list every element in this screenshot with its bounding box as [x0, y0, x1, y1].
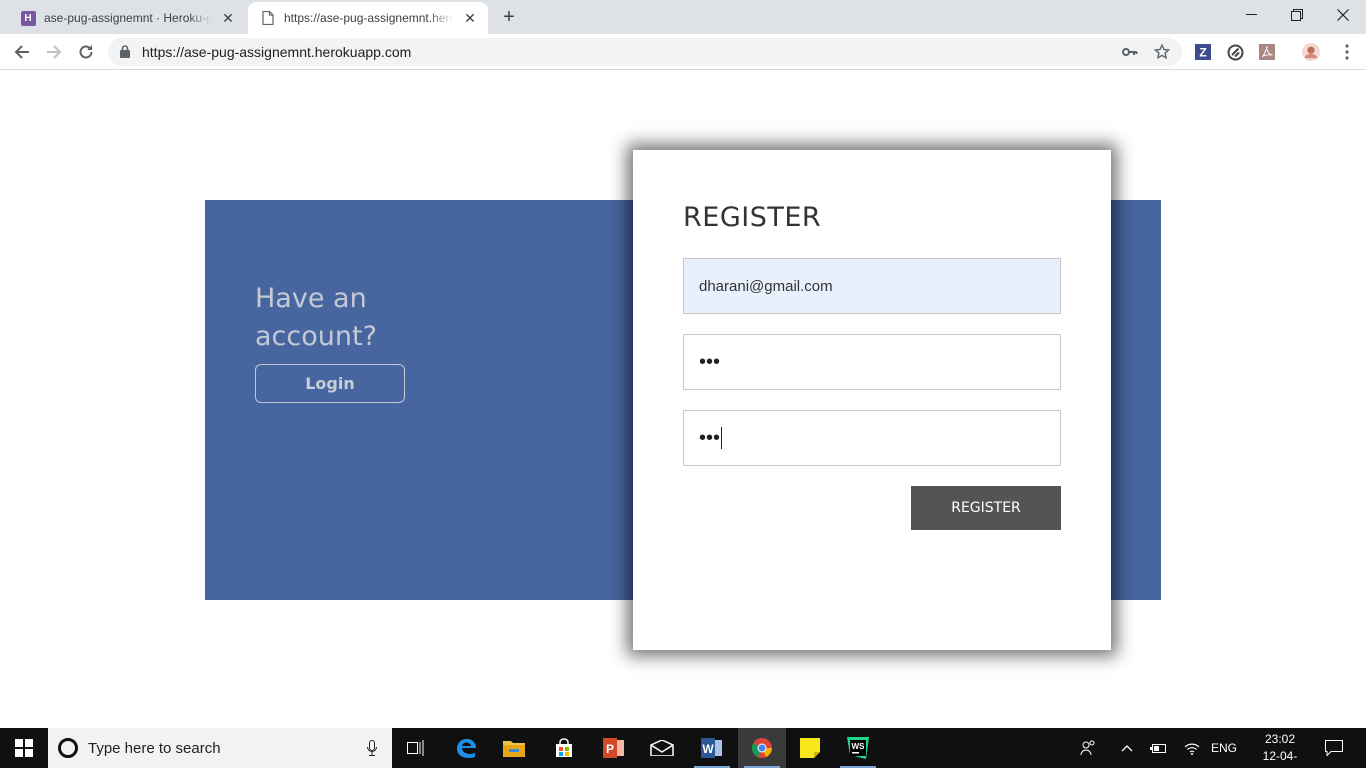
search-placeholder: Type here to search [88, 739, 221, 757]
word-icon[interactable]: W [688, 728, 736, 768]
notification-icon[interactable] [1320, 728, 1348, 768]
tab-app[interactable]: https://ase-pug-assignemnt.herokuapp.com… [248, 2, 488, 34]
mail-icon[interactable] [638, 728, 686, 768]
login-button[interactable]: Login [255, 364, 405, 403]
forward-arrow-icon [47, 45, 62, 59]
address-bar[interactable]: https://ase-pug-assignemnt.herokuapp.com [108, 38, 1182, 66]
have-account-text: Have an account? [255, 283, 377, 352]
reload-button[interactable] [72, 38, 100, 66]
svg-text:W: W [702, 742, 714, 756]
register-card: REGISTER dharani@gmail.com ••• ••• REGIS… [633, 150, 1111, 650]
tab-strip: H ase-pug-assignemnt · Heroku-git ✕ http… [0, 0, 1366, 34]
pdf-icon[interactable] [1258, 43, 1276, 61]
email-field[interactable]: dharani@gmail.com [683, 258, 1061, 314]
chevron-up-icon[interactable] [1116, 728, 1138, 768]
menu-dots-icon[interactable] [1338, 43, 1356, 61]
register-button[interactable]: REGISTER [911, 486, 1061, 530]
heroku-icon: H [20, 10, 36, 26]
browser-toolbar: https://ase-pug-assignemnt.herokuapp.com… [0, 34, 1366, 70]
battery-icon[interactable] [1146, 728, 1170, 768]
sticky-notes-icon[interactable] [786, 728, 834, 768]
taskbar-search[interactable]: Type here to search [48, 728, 392, 768]
password-field[interactable]: ••• [683, 334, 1061, 390]
key-icon[interactable] [1122, 44, 1138, 60]
password-mask: ••• [699, 351, 721, 373]
register-title: REGISTER [683, 202, 822, 233]
back-arrow-icon [14, 45, 29, 59]
page-content: Have an account? Login REGISTER dharani@… [0, 71, 1366, 728]
reload-icon [79, 45, 93, 59]
svg-text:WS: WS [852, 742, 866, 751]
start-button[interactable] [0, 728, 48, 768]
confirm-password-field[interactable]: ••• [683, 410, 1061, 466]
file-explorer-icon[interactable] [490, 728, 538, 768]
taskbar-clock[interactable]: 23:02 12-04-2019 [1252, 731, 1308, 782]
sync-icon[interactable] [1226, 43, 1244, 61]
clock-time: 23:02 [1264, 732, 1296, 746]
tab-title: ase-pug-assignemnt · Heroku-git [44, 11, 212, 25]
back-button[interactable] [8, 38, 36, 66]
profile-avatar[interactable] [1302, 43, 1320, 61]
confirm-password-mask: ••• [699, 427, 721, 449]
chrome-icon[interactable] [738, 728, 786, 768]
store-icon[interactable] [540, 728, 588, 768]
url-text: https://ase-pug-assignemnt.herokuapp.com [142, 44, 412, 60]
language-indicator[interactable]: ENG [1208, 728, 1240, 768]
webstorm-icon[interactable]: WS [834, 728, 882, 768]
minimize-button[interactable] [1228, 0, 1274, 30]
page-icon [260, 10, 276, 26]
people-icon[interactable] [1074, 728, 1102, 768]
bookmark-star-icon[interactable] [1154, 44, 1170, 60]
lock-icon [120, 45, 130, 58]
tab-heroku[interactable]: H ase-pug-assignemnt · Heroku-git ✕ [8, 2, 246, 34]
close-tab-icon[interactable]: ✕ [460, 8, 480, 28]
text-caret [721, 427, 723, 449]
zotero-icon[interactable]: Z [1194, 43, 1212, 61]
powerpoint-icon[interactable]: P [590, 728, 638, 768]
email-value: dharani@gmail.com [699, 277, 833, 295]
task-view-icon[interactable] [392, 728, 440, 768]
cortana-icon [58, 738, 78, 758]
edge-icon[interactable] [442, 728, 490, 768]
svg-text:P: P [606, 742, 614, 756]
taskbar: Type here to search P W WS ENG 23:02 12-… [0, 728, 1366, 780]
clock-date: 12-04-2019 [1262, 749, 1298, 780]
close-tab-icon[interactable]: ✕ [218, 8, 238, 28]
tab-title: https://ase-pug-assignemnt.herokuapp.com [284, 11, 454, 25]
svg-text:Z: Z [1199, 46, 1206, 60]
close-window-button[interactable] [1320, 0, 1366, 30]
new-tab-button[interactable]: + [496, 6, 522, 28]
microphone-icon[interactable] [352, 740, 392, 756]
restore-button[interactable] [1274, 0, 1320, 30]
wifi-icon[interactable] [1180, 728, 1204, 768]
windows-icon [15, 739, 33, 757]
forward-button[interactable] [40, 38, 68, 66]
